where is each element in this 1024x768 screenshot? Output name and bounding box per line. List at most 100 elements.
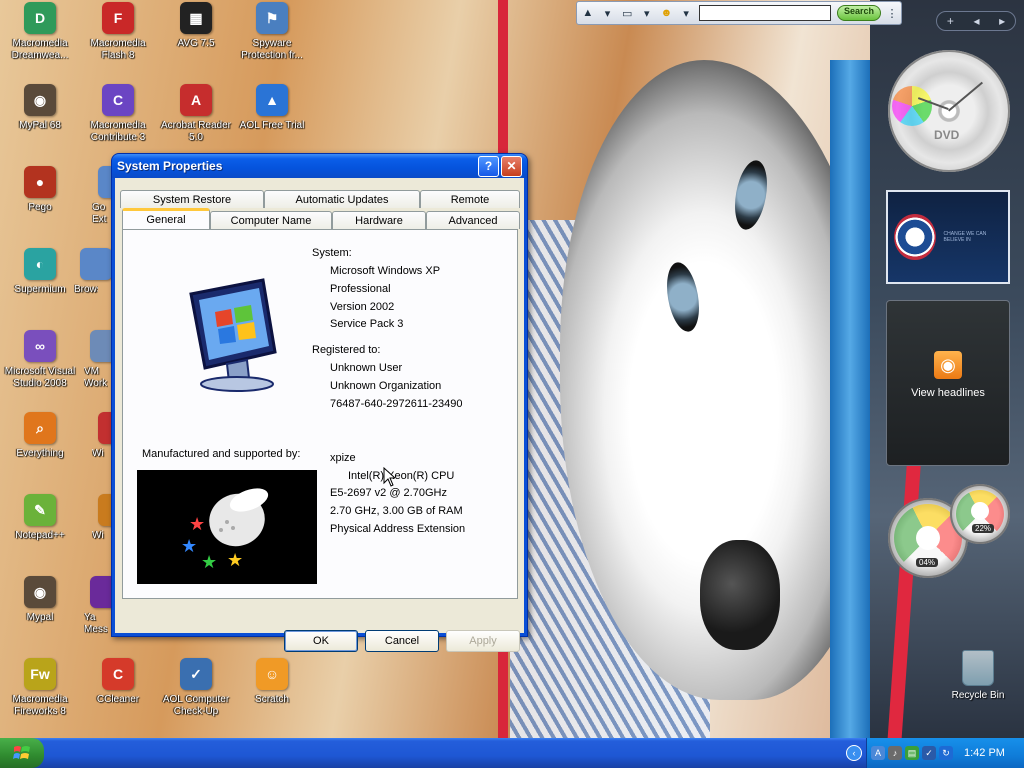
tab-hardware[interactable]: Hardware [332, 211, 426, 229]
help-button[interactable]: ? [478, 155, 499, 177]
mypal-icon: ◉ [24, 84, 56, 116]
tab-system-restore[interactable]: System Restore [120, 190, 264, 208]
network-icon[interactable]: ▤ [905, 746, 919, 760]
desktop-shortcut-label: Scratch [255, 694, 289, 705]
toolbar-dropdown-icon[interactable]: ▾ [601, 4, 615, 22]
memory-percent: 22% [972, 524, 995, 533]
desktop-shortcut-label: Macromedia Fireworks 8 [12, 694, 68, 717]
partial-icon [80, 248, 112, 280]
desktop-shortcut[interactable]: ● Pego [0, 166, 80, 214]
toolbar-dropdown-icon[interactable]: ▾ [640, 4, 654, 22]
add-gadget-icon[interactable]: + [947, 14, 954, 28]
ccleaner-icon: C [102, 658, 134, 690]
desktop-shortcut[interactable]: Brows [74, 248, 112, 296]
windows-flag-icon [13, 746, 30, 759]
flash-icon: F [102, 2, 134, 34]
svg-text:★: ★ [201, 552, 217, 572]
cancel-button[interactable]: Cancel [365, 630, 439, 652]
next-icon[interactable]: ▸ [999, 14, 1005, 28]
desktop-shortcut-label: Acrobat Reader 5.0 [160, 120, 232, 143]
desktop-shortcut[interactable]: ⚑ Spyware Protection fr... [232, 2, 312, 62]
system-heading: System: [312, 247, 352, 259]
apply-button[interactable]: Apply [446, 630, 520, 652]
ok-button[interactable]: OK [284, 630, 358, 652]
aim-running-man-icon[interactable]: ☻ [660, 4, 674, 22]
desktop-shortcut[interactable]: C Macromedia Contribute 3 [78, 84, 158, 144]
desktop-shortcut[interactable]: Ya Mess [84, 576, 122, 636]
previous-icon[interactable]: ◂ [973, 14, 979, 28]
title-bar[interactable]: System Properties ? ✕ [112, 154, 527, 178]
toolbar-search-button[interactable]: Search [836, 5, 881, 21]
dialog-client-area: System Restore Automatic Updates Remote … [115, 178, 524, 652]
desktop-shortcut-label: Everything [16, 448, 64, 459]
desktop-shortcut[interactable]: VM Work [84, 330, 122, 390]
tab-automatic-updates[interactable]: Automatic Updates [264, 190, 420, 208]
desktop-shortcut-label: CCleaner [96, 694, 140, 705]
tab-computer-name[interactable]: Computer Name [210, 211, 332, 229]
desktop-shortcut[interactable]: ▦ AVG 7.5 [156, 2, 236, 50]
desktop-shortcut[interactable]: ▲ AOL Free Trial [232, 84, 312, 132]
view-headlines-link[interactable]: View headlines [887, 387, 1009, 399]
tab-remote[interactable]: Remote [420, 190, 520, 208]
desktop-shortcut[interactable]: ∞ Microsoft Visual Studio 2008 [0, 330, 80, 390]
os-service-pack: Service Pack 3 [330, 318, 404, 330]
desktop-shortcut-label: Notepad++ [15, 530, 65, 541]
toolbar-options-icon[interactable]: ⋮ [886, 4, 897, 22]
browser-toolbar: ▲ ▾ ▭ ▾ ☻ ▾ Search ⋮ [576, 1, 902, 25]
speaker-icon[interactable]: ♪ [888, 746, 902, 760]
cpu-name: Intel(R) Xeon(R) CPU [348, 470, 455, 482]
window-title: System Properties [117, 159, 223, 173]
memory-meter-gadget[interactable]: 22% [950, 484, 1010, 544]
aol-tray-icon[interactable]: A [871, 746, 885, 760]
start-button[interactable] [0, 738, 44, 768]
tab-general[interactable]: General [122, 208, 210, 229]
desktop-shortcut-label: Macromedia Flash 8 [90, 38, 146, 61]
show-hidden-icons-button[interactable]: ‹ [846, 745, 862, 761]
meter-center [971, 502, 989, 520]
cpu-speed-ram: 2.70 GHz, 3.00 GB of RAM [330, 505, 463, 517]
desktop-shortcut[interactable]: A Acrobat Reader 5.0 [156, 84, 236, 144]
desktop-shortcut[interactable]: ✓ AOL Computer Check-Up [156, 658, 236, 718]
desktop-shortcut[interactable]: ⌕ Everything [0, 412, 80, 460]
registered-user: Unknown User [330, 362, 403, 374]
aol-toolbar-icon[interactable]: ▲ [581, 4, 595, 22]
desktop-shortcut[interactable]: C CCleaner [78, 658, 158, 706]
desktop-shortcut-label: Microsoft Visual Studio 2008 [4, 366, 76, 389]
desktop-shortcut[interactable]: ◉ Mypal [0, 576, 80, 624]
svg-text:★: ★ [227, 550, 243, 570]
recycle-bin-label: Recycle Bin [951, 690, 1005, 701]
desktop-shortcut[interactable]: ☺ Scratch [232, 658, 312, 706]
taskbar: ‹ A ♪ ▤ ✓ ↻ 1:42 PM [0, 738, 1024, 768]
toolbar-search-input[interactable] [698, 5, 831, 21]
toolbar-dropdown-icon[interactable]: ▾ [679, 4, 693, 22]
contribute-icon: C [102, 84, 134, 116]
desktop-shortcut-label: Ya Mess [84, 612, 108, 635]
desktop-shortcut[interactable]: ✎ Notepad++ [0, 494, 80, 542]
desktop-shortcut[interactable]: D Macromedia Dreamwea... [0, 2, 80, 62]
recycle-bin-icon [962, 650, 994, 686]
desktop-shortcut[interactable]: F Macromedia Flash 8 [78, 2, 158, 62]
desktop-shortcut[interactable]: ◐ Supermium [0, 248, 80, 296]
desktop-shortcut[interactable]: Fw Macromedia Fireworks 8 [0, 658, 80, 718]
mypal-icon: ◉ [24, 576, 56, 608]
dvd-clock-gadget[interactable]: DVD [888, 50, 1010, 172]
feed-headlines-gadget[interactable]: ◉ View headlines [886, 300, 1010, 466]
oem-logo-image: ★ ★ ★ ★ [137, 470, 317, 584]
product-id: 76487-640-2972611-23490 [330, 398, 463, 410]
desktop-shortcut-label: AOL Computer Check-Up [162, 694, 230, 717]
toolbar-ie-icon[interactable]: ▭ [620, 4, 634, 22]
tab-advanced[interactable]: Advanced [426, 211, 520, 229]
slideshow-gadget[interactable]: CHANGE WE CAN BELIEVE IN [886, 190, 1010, 284]
system-properties-window[interactable]: System Properties ? ✕ System Restore Aut… [111, 153, 528, 652]
desktop-shortcut-label: AOL Free Trial [239, 120, 305, 131]
close-button[interactable]: ✕ [501, 155, 522, 177]
clock[interactable]: 1:42 PM [964, 747, 1005, 759]
rss-icon: ◉ [934, 351, 962, 379]
updates-icon[interactable]: ↻ [939, 746, 953, 760]
os-edition: Professional [330, 283, 391, 295]
security-center-icon[interactable]: ✓ [922, 746, 936, 760]
everything-search-icon: ⌕ [24, 412, 56, 444]
desktop-shortcut[interactable]: ◉ MyPal 68 [0, 84, 80, 132]
desktop-shortcut-label: Macromedia Dreamwea... [11, 38, 69, 61]
recycle-bin[interactable]: Recycle Bin [940, 650, 1016, 701]
